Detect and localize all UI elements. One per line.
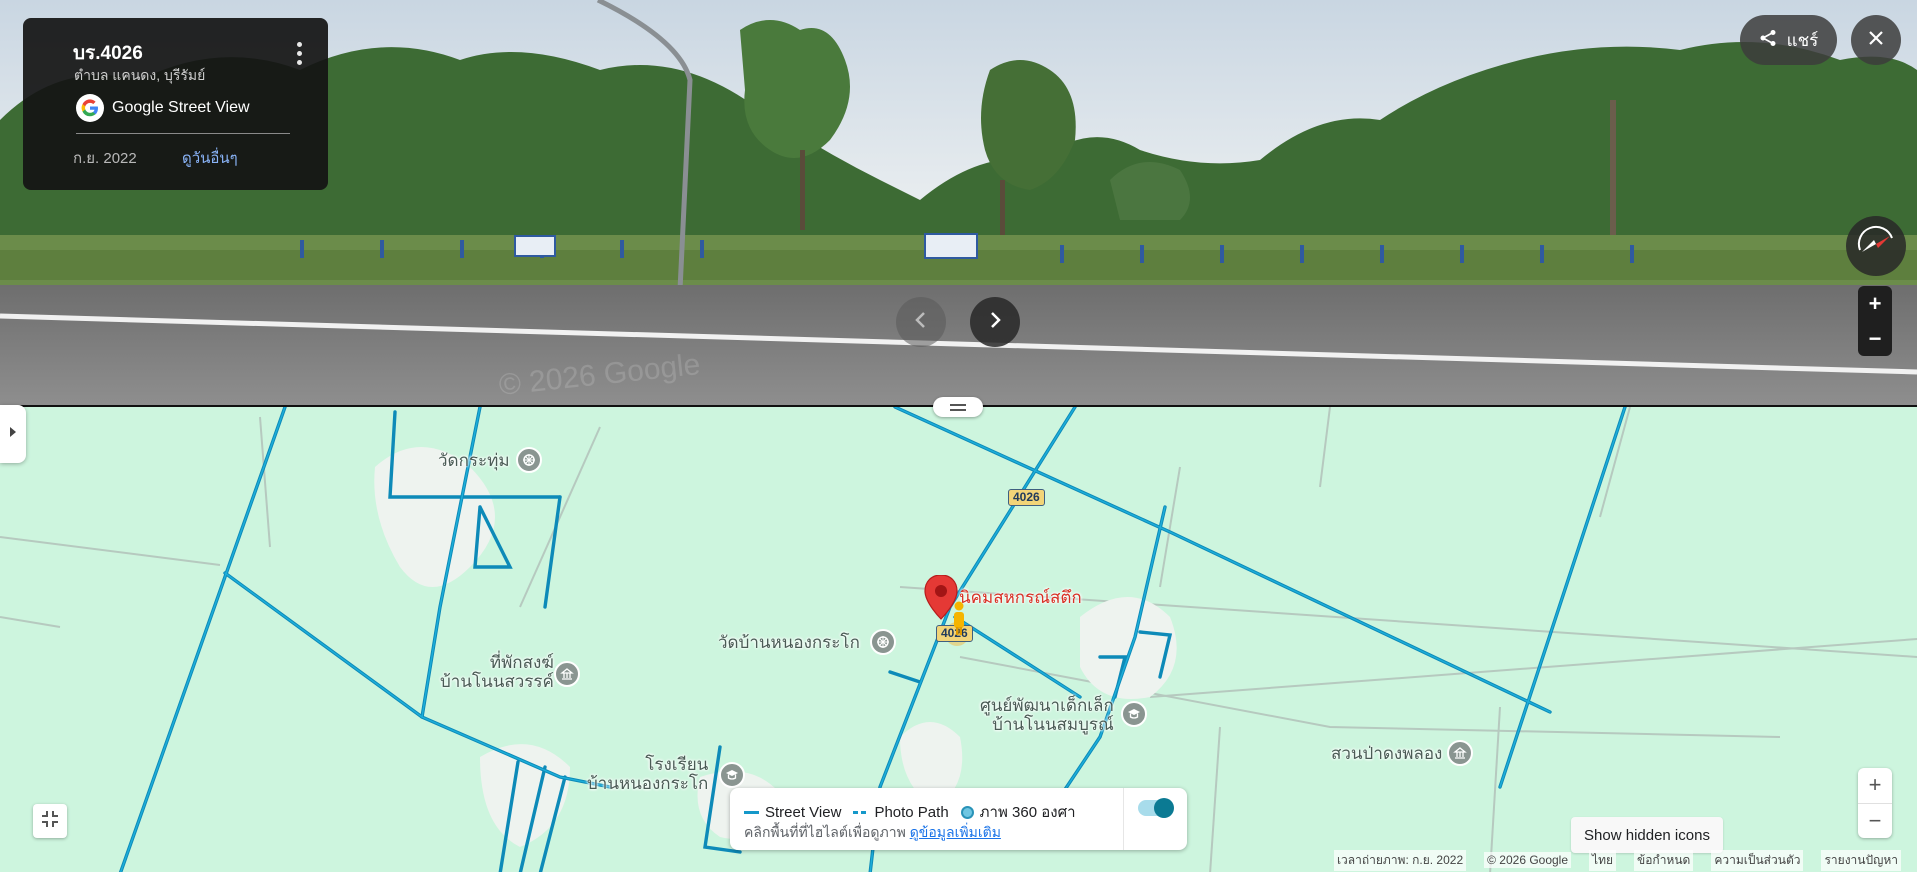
- close-icon: [1868, 30, 1884, 51]
- legend-photo-360: ภาพ 360 องศา: [960, 800, 1076, 824]
- legend-photo-path-label: Photo Path: [874, 803, 949, 821]
- next-photo-button[interactable]: [970, 297, 1020, 347]
- location-subtitle: ตำบล แคนดง, บุรีรัมย์: [74, 67, 206, 83]
- drag-handle-icon: [950, 408, 966, 411]
- share-icon: [1759, 29, 1777, 52]
- location-info-card: บร.4026 ตำบล แคนดง, บุรีรัมย์ Google Str…: [23, 18, 328, 190]
- more-dot: [296, 59, 302, 65]
- expand-side-panel-button[interactable]: [0, 405, 26, 463]
- exit-fullscreen-button[interactable]: [33, 804, 67, 838]
- map-zoom-control: + −: [1858, 768, 1892, 838]
- map-label-child-center-line2: บ้านโนนสมบูรณ์: [992, 715, 1114, 734]
- compass-button[interactable]: [1846, 216, 1906, 276]
- info-divider: [76, 133, 290, 134]
- drag-handle-icon: [950, 403, 966, 406]
- map-label-school-line2: บ้านหนองกระโก: [587, 774, 709, 793]
- road-shield: 4026: [1008, 489, 1045, 506]
- street-view-brand: Google Street View: [76, 94, 250, 122]
- chevron-right-icon: [988, 311, 1002, 334]
- footer-copyright: © 2026 Google: [1484, 852, 1572, 868]
- google-logo-icon: [76, 94, 104, 122]
- caret-right-icon: [9, 425, 17, 443]
- more-options-button[interactable]: [285, 36, 313, 70]
- solid-line-icon: [744, 810, 759, 814]
- street-view-legend: Street View Photo Path ภาพ 360 องศา คลิก…: [730, 788, 1187, 850]
- brand-label: Google Street View: [112, 99, 250, 116]
- footer-language-link[interactable]: ไทย: [1589, 849, 1617, 871]
- school-icon[interactable]: [1121, 701, 1147, 727]
- landmark-icon[interactable]: [554, 661, 580, 687]
- pano-zoom-out-button[interactable]: −: [1858, 321, 1892, 356]
- coverage-toggle[interactable]: [1138, 798, 1174, 818]
- legend-photo-path: Photo Path: [853, 803, 949, 821]
- dashed-line-icon: [853, 810, 869, 814]
- map-label-wat-nong-karako[interactable]: วัดบ้านหนองกระโก: [718, 633, 860, 652]
- school-icon[interactable]: [719, 762, 745, 788]
- street-view-app: © 2026 Google บร.4026 ตำบล แคนดง, บุรีรั…: [0, 0, 1917, 872]
- map-label-park[interactable]: สวนป่าดงพลอง: [1331, 744, 1442, 763]
- map-label-nikhom[interactable]: นิคมสหกรณ์สตึก: [959, 588, 1082, 607]
- legend-photo-360-label: ภาพ 360 องศา: [979, 804, 1076, 821]
- legend-hint: คลิกพื้นที่ที่ไฮไลต์เพื่อดูภาพ ดูข้อมูลเ…: [744, 822, 1001, 844]
- chevron-left-icon: [914, 311, 928, 334]
- panel-resize-handle[interactable]: [933, 397, 983, 417]
- legend-separator: [1123, 788, 1124, 850]
- footer-report-link[interactable]: รายงานปัญหา: [1821, 849, 1901, 871]
- map-label-wat-kratum[interactable]: วัดกระทุ่ม: [438, 451, 510, 470]
- map-label-child-center-line1: ศูนย์พัฒนาเด็กเล็ก: [980, 696, 1114, 715]
- close-button[interactable]: [1851, 15, 1901, 65]
- previous-photo-button[interactable]: [896, 297, 946, 347]
- capture-date: ก.ย. 2022: [73, 150, 137, 167]
- temple-icon[interactable]: [870, 629, 896, 655]
- more-dot: [296, 41, 302, 47]
- share-label: แชร์: [1786, 30, 1819, 50]
- map-footer: เวลาถ่ายภาพ: ก.ย. 2022 © 2026 Google ไทย…: [0, 849, 1917, 871]
- compass-icon: [1854, 222, 1898, 271]
- footer-capture-date: เวลาถ่ายภาพ: ก.ย. 2022: [1333, 849, 1467, 871]
- legend-street-view-label: Street View: [765, 803, 842, 821]
- map-label-school-line1: โรงเรียน: [645, 755, 709, 774]
- pano-zoom-in-button[interactable]: +: [1858, 286, 1892, 321]
- temple-icon[interactable]: [516, 447, 542, 473]
- footer-terms-link[interactable]: ข้อกำหนด: [1634, 849, 1694, 871]
- map-label-rest-house-line2: บ้านโนนสวรรค์: [440, 672, 554, 691]
- map-label-rest-house[interactable]: ที่พักสงฆ์ บ้านโนนสวรรค์: [440, 653, 554, 691]
- legend-items: Street View Photo Path ภาพ 360 องศา: [744, 800, 1088, 824]
- collapse-icon: [41, 810, 59, 833]
- landmark-icon[interactable]: [1447, 740, 1473, 766]
- map-zoom-out-button[interactable]: −: [1858, 804, 1892, 839]
- street-view-panorama[interactable]: © 2026 Google บร.4026 ตำบล แคนดง, บุรีรั…: [0, 0, 1917, 405]
- learn-more-link[interactable]: ดูข้อมูลเพิ่มเติม: [910, 824, 1001, 840]
- more-dot: [296, 50, 302, 56]
- see-other-dates-link[interactable]: ดูวันอื่นๆ: [182, 146, 238, 170]
- dot-icon: [960, 805, 974, 819]
- show-hidden-icons-button[interactable]: Show hidden icons: [1571, 817, 1723, 853]
- pano-zoom-control: + −: [1858, 286, 1892, 356]
- toggle-knob: [1154, 798, 1174, 818]
- map-label-rest-house-line1: ที่พักสงฆ์: [489, 653, 554, 672]
- map-label-school[interactable]: โรงเรียน บ้านหนองกระโก: [587, 755, 708, 793]
- share-button[interactable]: แชร์: [1740, 15, 1837, 65]
- location-title: บร.4026: [73, 43, 143, 64]
- map-zoom-in-button[interactable]: +: [1858, 768, 1892, 803]
- legend-street-view: Street View: [744, 804, 841, 821]
- coverage-map[interactable]: 4026 4026 วัดกระทุ่ม นิคมสหกรณ์สตึก วัดบ…: [0, 405, 1917, 872]
- map-label-child-center[interactable]: ศูนย์พัฒนาเด็กเล็ก บ้านโนนสมบูรณ์: [980, 696, 1114, 734]
- footer-privacy-link[interactable]: ความเป็นส่วนตัว: [1711, 849, 1804, 871]
- pegman-icon[interactable]: [952, 601, 966, 640]
- legend-hint-text: คลิกพื้นที่ที่ไฮไลต์เพื่อดูภาพ: [744, 824, 906, 840]
